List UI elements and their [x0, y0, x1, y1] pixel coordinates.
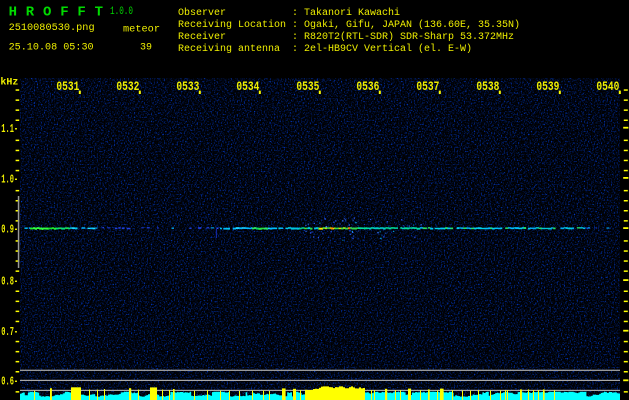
- svg-text:2510080530.png: 2510080530.png: [9, 23, 95, 34]
- svg-text:0.6-: 0.6-: [1, 375, 18, 389]
- svg-text:0531: 0531: [56, 79, 79, 94]
- svg-text:Receiving Location : Ogaki, Gi: Receiving Location : Ogaki, Gifu, JAPAN …: [178, 19, 520, 31]
- svg-text:0532: 0532: [116, 79, 139, 94]
- svg-text:kHz: kHz: [0, 76, 18, 88]
- svg-text:meteor: meteor: [123, 24, 160, 36]
- svg-text:0538: 0538: [476, 79, 499, 94]
- svg-text:0536: 0536: [356, 79, 379, 94]
- svg-text:HROFFT: HROFFT: [9, 5, 112, 21]
- svg-text:39: 39: [140, 43, 152, 54]
- svg-text:Observer : Takanori: Observer : Takanori Kawachi: [178, 7, 400, 19]
- svg-text:1.0-: 1.0-: [1, 172, 18, 186]
- svg-text:25.10.08 05:30: 25.10.08 05:30: [9, 43, 94, 54]
- svg-text:0.7-: 0.7-: [1, 325, 18, 339]
- svg-text:Receiver : R820T2(RT: Receiver : R820T2(RTL-SDR) SDR-Sharp 53.…: [178, 31, 514, 43]
- svg-text:1.0.0: 1.0.0: [110, 6, 133, 18]
- svg-text:0533: 0533: [176, 79, 199, 94]
- svg-text:0.9-: 0.9-: [1, 223, 18, 237]
- svg-text:0.8-: 0.8-: [1, 275, 18, 289]
- svg-text:Receiving antenna : 2el-HB9CV: Receiving antenna : 2el-HB9CV Vertical (…: [178, 43, 472, 55]
- svg-text:0537: 0537: [416, 79, 439, 94]
- svg-text:0540: 0540: [596, 79, 619, 94]
- svg-text:0534: 0534: [236, 79, 259, 94]
- svg-text:1.1-: 1.1-: [1, 122, 18, 136]
- svg-text:0539: 0539: [536, 79, 559, 94]
- svg-text:0535: 0535: [296, 79, 319, 94]
